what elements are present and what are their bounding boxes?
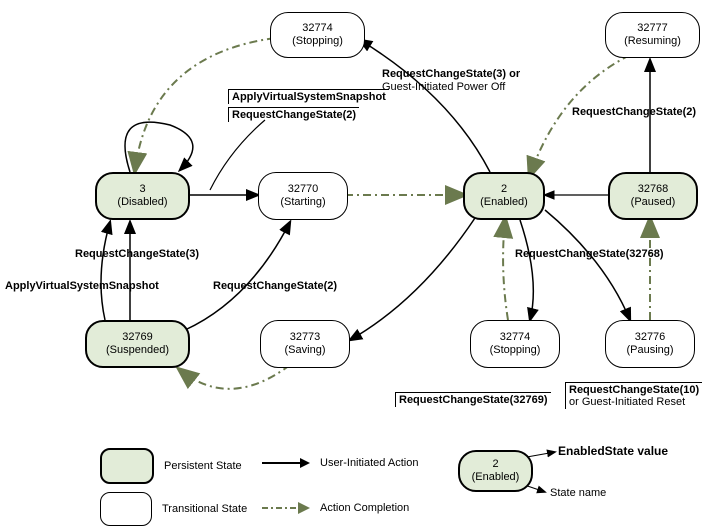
edge-rcs3-left: RequestChangeState(3): [75, 248, 199, 261]
edge-rcs32768: RequestChangeState(32768): [515, 248, 664, 261]
state-value: 32774: [302, 22, 333, 35]
state-pausing: 32776 (Pausing): [605, 320, 695, 368]
solid-arrow-icon: [260, 452, 310, 474]
state-starting: 32770 (Starting): [258, 172, 348, 220]
state-value: 32776: [635, 331, 666, 344]
state-stopping-low: 32774 (Stopping): [470, 320, 560, 368]
state-name: (Paused): [631, 196, 676, 209]
state-name: (Saving): [285, 344, 326, 357]
legend-action-completion: Action Completion: [260, 497, 409, 519]
state-name: (Disabled): [117, 196, 167, 209]
state-disabled: 3 (Disabled): [95, 172, 190, 220]
legend-transitional: Transitional State: [100, 492, 247, 526]
legend-persistent-swatch: [100, 448, 154, 484]
state-enabled: 2 (Enabled): [463, 172, 545, 220]
state-name: (Enabled): [472, 471, 520, 484]
legend-persistent: Persistent State: [100, 448, 242, 484]
dashed-arrow-icon: [260, 497, 310, 519]
edge-rcs10: RequestChangeState(10) or Guest-Initiate…: [565, 382, 702, 409]
edge-rcs2-top: RequestChangeState(2): [228, 107, 359, 122]
edge-applyvss-top: ApplyVirtualSystemSnapshot: [228, 89, 389, 104]
state-value: 32770: [288, 183, 319, 196]
state-value: 32768: [638, 183, 669, 196]
edge-rcs2-mid: RequestChangeState(2): [213, 280, 337, 293]
legend-state-name: State name: [550, 487, 606, 500]
state-resuming: 32777 (Resuming): [605, 12, 700, 58]
legend-persistent-label: Persistent State: [164, 460, 242, 472]
state-name: (Stopping): [292, 35, 343, 48]
state-value: 2: [501, 183, 507, 196]
state-name: (Starting): [280, 196, 325, 209]
state-name: (Stopping): [490, 344, 541, 357]
state-name: (Enabled): [480, 196, 528, 209]
legend-user-action: User-Initiated Action: [260, 452, 418, 474]
edge-rcs3-or-poweroff: RequestChangeState(3) or Guest-Initiated…: [382, 68, 520, 93]
state-suspended: 32769 (Suspended): [85, 320, 190, 368]
state-name: (Pausing): [626, 344, 673, 357]
state-paused: 32768 (Paused): [608, 172, 698, 220]
state-name: (Suspended): [106, 344, 169, 357]
state-value: 3: [139, 183, 145, 196]
legend-completion-label: Action Completion: [320, 502, 409, 514]
legend-sample-node: 2 (Enabled): [458, 450, 533, 492]
state-value: 2: [492, 458, 498, 471]
edge-rcs2-right: RequestChangeState(2): [572, 106, 696, 119]
edge-applyvss-left: ApplyVirtualSystemSnapshot: [5, 280, 159, 293]
state-value: 32769: [122, 331, 153, 344]
state-stopping-top: 32774 (Stopping): [270, 12, 365, 58]
legend-enabledstate-value: EnabledState value: [558, 445, 668, 459]
state-saving: 32773 (Saving): [260, 320, 350, 368]
state-name: (Resuming): [624, 35, 681, 48]
state-value: 32774: [500, 331, 531, 344]
state-value: 32777: [637, 22, 668, 35]
edge-rcs32769: RequestChangeState(32769): [395, 392, 551, 407]
state-value: 32773: [290, 331, 321, 344]
legend-transitional-label: Transitional State: [162, 503, 247, 515]
legend-user-action-label: User-Initiated Action: [320, 457, 418, 469]
legend-transitional-swatch: [100, 492, 152, 526]
